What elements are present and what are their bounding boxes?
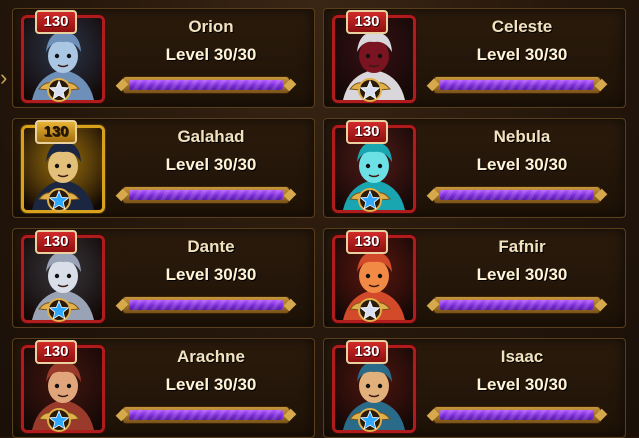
- hero-name: Nebula: [493, 127, 551, 146]
- star-icon: [349, 188, 391, 212]
- star-icon: [38, 408, 80, 432]
- hero-level: Level 30/30: [476, 45, 568, 64]
- xp-bar: [434, 187, 600, 203]
- hero-card[interactable]: 130 Arachne Level 30/30: [12, 338, 315, 438]
- xp-bar-fill: [440, 190, 594, 200]
- level-badge: 130: [35, 120, 77, 144]
- hero-name: Isaac: [500, 347, 544, 366]
- star-icon: [38, 188, 80, 212]
- hero-level: Level 30/30: [165, 265, 257, 284]
- hero-grid: 130 Orion Level 30/30 130 Celeste Level …: [12, 8, 632, 438]
- xp-bar-fill: [440, 80, 594, 90]
- hero-level: Level 30/30: [476, 375, 568, 394]
- xp-bar: [434, 77, 600, 93]
- xp-bar-fill: [440, 410, 594, 420]
- hero-name: Celeste: [491, 17, 553, 36]
- level-badge: 130: [35, 230, 77, 254]
- hero-name: Arachne: [176, 347, 246, 366]
- xp-bar-fill: [129, 190, 283, 200]
- xp-bar: [434, 407, 600, 423]
- level-badge: 130: [35, 10, 77, 34]
- star-icon: [38, 298, 80, 322]
- hero-card[interactable]: 130 Orion Level 30/30: [12, 8, 315, 108]
- hero-card[interactable]: 130 Isaac Level 30/30: [323, 338, 626, 438]
- hero-level: Level 30/30: [165, 375, 257, 394]
- hero-level: Level 30/30: [165, 45, 257, 64]
- hero-name: Fafnir: [498, 237, 546, 256]
- hero-card[interactable]: 130 Fafnir Level 30/30: [323, 228, 626, 328]
- xp-bar: [123, 77, 289, 93]
- xp-bar-fill: [440, 300, 594, 310]
- chevron-right-icon[interactable]: ›: [0, 64, 12, 92]
- level-badge: 130: [35, 340, 77, 364]
- hero-level: Level 30/30: [476, 265, 568, 284]
- xp-bar-fill: [129, 80, 283, 90]
- xp-bar: [434, 297, 600, 313]
- xp-bar-fill: [129, 300, 283, 310]
- hero-card[interactable]: 130 Dante Level 30/30: [12, 228, 315, 328]
- star-icon: [349, 298, 391, 322]
- xp-bar-fill: [129, 410, 283, 420]
- xp-bar: [123, 297, 289, 313]
- hero-level: Level 30/30: [165, 155, 257, 174]
- hero-card[interactable]: 130 Nebula Level 30/30: [323, 118, 626, 218]
- hero-level: Level 30/30: [476, 155, 568, 174]
- hero-name: Dante: [187, 237, 235, 256]
- hero-card[interactable]: 130 Celeste Level 30/30: [323, 8, 626, 108]
- level-badge: 130: [346, 230, 388, 254]
- star-icon: [349, 408, 391, 432]
- level-badge: 130: [346, 340, 388, 364]
- xp-bar: [123, 187, 289, 203]
- hero-name: Galahad: [177, 127, 245, 146]
- level-badge: 130: [346, 10, 388, 34]
- star-icon: [349, 78, 391, 102]
- xp-bar: [123, 407, 289, 423]
- hero-card[interactable]: 130 Galahad Level 30/30: [12, 118, 315, 218]
- level-badge: 130: [346, 120, 388, 144]
- star-icon: [38, 78, 80, 102]
- hero-name: Orion: [188, 17, 234, 36]
